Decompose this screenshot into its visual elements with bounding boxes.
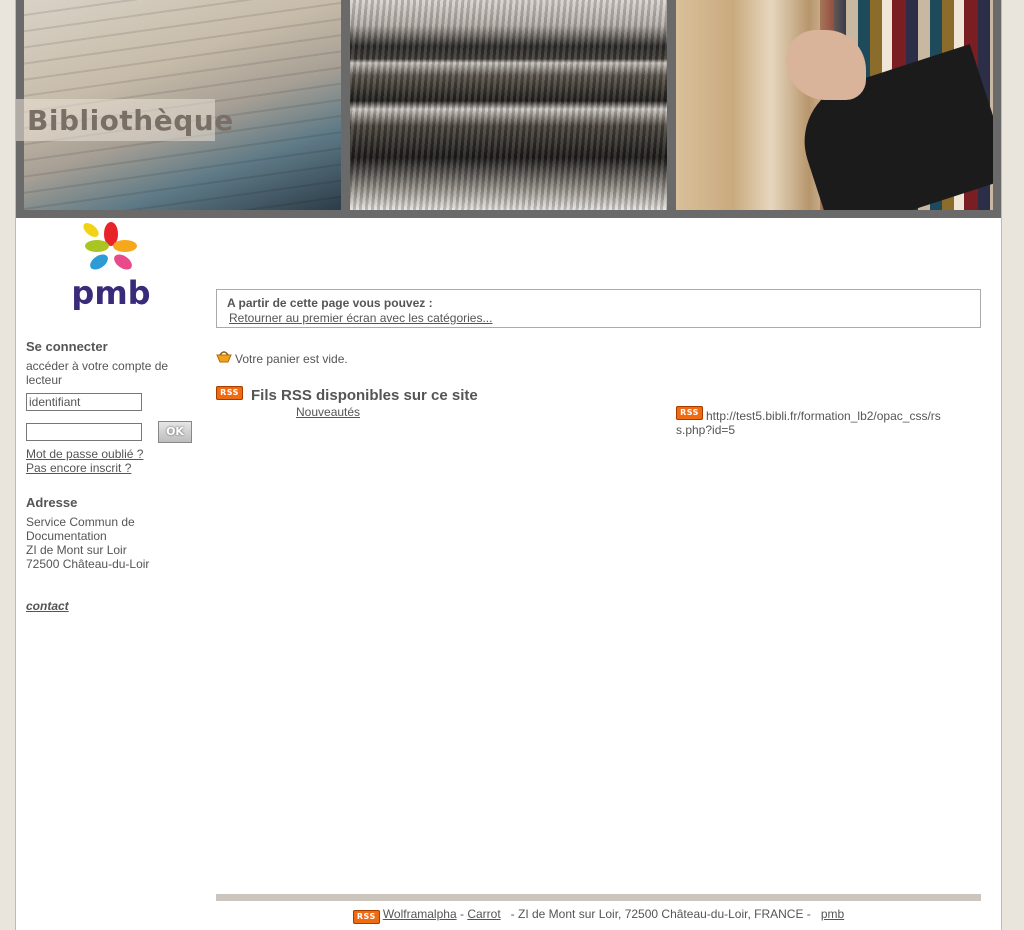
login-heading: Se connecter	[26, 339, 108, 354]
basket-status: Votre panier est vide.	[235, 352, 348, 366]
page-frame: Bibliothèque pmb Se connecter accéder à …	[15, 0, 1002, 930]
address-line: Service Commun de	[26, 515, 135, 529]
banner-photo-shelf	[350, 0, 667, 210]
return-categories-link[interactable]: Retourner au premier écran avec les caté…	[229, 311, 492, 325]
feed-url[interactable]: http://test5.bibli.fr/formation_lb2/opac…	[676, 409, 946, 437]
navigation-box: A partir de cette page vous pouvez : Ret…	[216, 289, 981, 328]
feed-url-text[interactable]: http://test5.bibli.fr/formation_lb2/opac…	[676, 409, 941, 437]
pmb-link[interactable]: pmb	[821, 907, 844, 921]
footer-divider	[216, 894, 981, 901]
logo-flower-icon	[83, 222, 137, 270]
address-line: 72500 Château-du-Loir	[26, 557, 150, 571]
register-link[interactable]: Pas encore inscrit ?	[26, 461, 131, 475]
site-title[interactable]: Bibliothèque	[27, 104, 234, 137]
address-heading: Adresse	[26, 495, 78, 510]
logo-wordmark: pmb	[71, 274, 150, 310]
contact-link[interactable]: contact	[26, 599, 69, 613]
header-banner: Bibliothèque	[16, 0, 1001, 218]
pmb-logo[interactable]: pmb	[69, 218, 153, 310]
carrot-link[interactable]: Carrot	[467, 907, 500, 921]
rss-icon[interactable]: RSS	[352, 910, 380, 924]
navigation-title: A partir de cette page vous pouvez :	[227, 296, 433, 310]
username-input[interactable]: identifiant	[26, 393, 142, 411]
footer-address: - ZI de Mont sur Loir, 72500 Château-du-…	[510, 907, 811, 921]
password-input[interactable]	[26, 423, 142, 441]
forgot-password-link[interactable]: Mot de passe oublié ?	[26, 447, 143, 461]
rss-icon: RSS	[216, 386, 243, 400]
login-ok-button[interactable]: OK	[158, 421, 192, 443]
feed-name-link[interactable]: Nouveautés	[296, 405, 360, 419]
address-line: ZI de Mont sur Loir	[26, 543, 127, 557]
rss-heading: Fils RSS disponibles sur ce site	[251, 387, 478, 404]
wolframalpha-link[interactable]: Wolframalpha	[383, 907, 457, 921]
basket-icon[interactable]	[216, 348, 232, 364]
banner-photo-books	[676, 0, 993, 210]
banner-hand	[786, 30, 866, 100]
address-line: Documentation	[26, 529, 107, 543]
login-intro: accéder à votre compte de lecteur	[26, 359, 169, 387]
footer-separator: -	[459, 907, 464, 921]
footer: RSS Wolframalpha - Carrot - ZI de Mont su…	[216, 907, 981, 924]
